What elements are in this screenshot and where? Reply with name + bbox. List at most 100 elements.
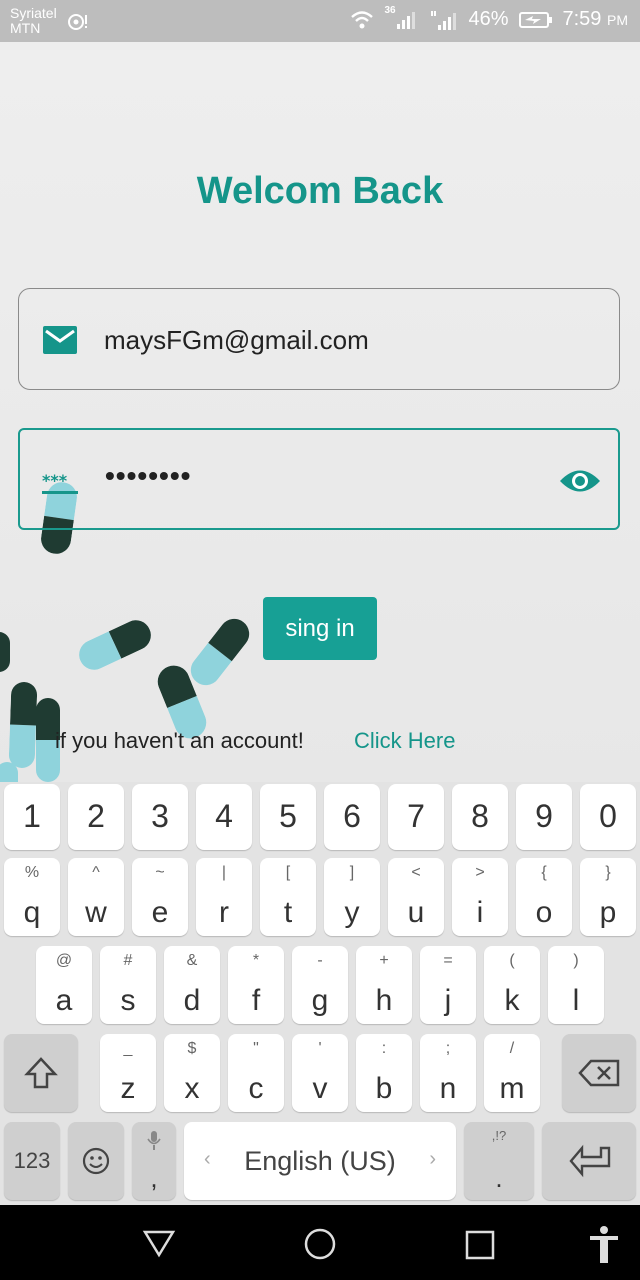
period-hint: ,!? [491,1128,507,1143]
recents-icon[interactable] [465,1230,495,1260]
key-hint: ' [318,1040,322,1057]
key-5[interactable]: 5 [260,784,316,850]
key-l[interactable]: ) l [548,946,604,1024]
key-label: 8 [471,798,489,834]
key-c[interactable]: " c [228,1034,284,1112]
key-hint: | [221,864,227,881]
key-n[interactable]: ; n [420,1034,476,1112]
key-label: t [283,896,293,929]
key-x[interactable]: $ x [164,1034,220,1112]
key-1[interactable]: 1 [4,784,60,850]
key-hint: % [24,864,40,881]
svg-text:***: *** [42,472,68,490]
key-w[interactable]: ^ w [68,858,124,936]
key-hint: ; [445,1040,451,1057]
key-v[interactable]: ' v [292,1034,348,1112]
key-0[interactable]: 0 [580,784,636,850]
space-key[interactable]: ‹ English (US) › [184,1122,456,1200]
key-d[interactable]: & d [164,946,220,1024]
key-g[interactable]: -g [292,946,348,1024]
key-label: f [251,984,261,1017]
key-label: v [312,1072,328,1105]
key-label: n [439,1072,457,1105]
key-label: 7 [407,798,425,834]
key-t[interactable]: [t [260,858,316,936]
key-hint: @ [55,952,73,969]
key-h[interactable]: + h [356,946,412,1024]
key-f[interactable]: * f [228,946,284,1024]
key-u[interactable]: < u [388,858,444,936]
emoji-icon [82,1147,110,1175]
emoji-key[interactable] [68,1122,124,1200]
eye-icon[interactable] [558,466,602,496]
backspace-key[interactable] [562,1034,636,1112]
comma-key[interactable]: , [132,1122,176,1200]
key-6[interactable]: 6 [324,784,380,850]
key-label: l [572,984,580,1017]
key-o[interactable]: {o [516,858,572,936]
key-label: b [375,1072,393,1105]
back-icon[interactable] [142,1228,176,1258]
key-r[interactable]: | r [196,858,252,936]
email-value: maysFGm@gmail.com [104,325,369,355]
clock-time: 7:59 [562,8,602,30]
key-i[interactable]: > i [452,858,508,936]
password-icon: *** [42,472,78,494]
wifi-icon [351,10,374,28]
accessibility-icon[interactable] [588,1225,620,1265]
key-4[interactable]: 4 [196,784,252,850]
key-k[interactable]: (k [484,946,540,1024]
key-s[interactable]: # s [100,946,156,1024]
key-b[interactable]: :b [356,1034,412,1112]
key-a[interactable]: @ a [36,946,92,1024]
key-hint: > [475,864,485,881]
microphone-icon [147,1131,161,1150]
click-here-link[interactable]: Click Here [354,728,455,754]
key-9[interactable]: 9 [516,784,572,850]
key-z[interactable]: _ z [100,1034,156,1112]
key-8[interactable]: 8 [452,784,508,850]
key-hint: ) [573,952,579,969]
key-hint: + [379,952,389,969]
key-hint: [ [285,864,291,881]
key-hint: # [123,952,133,969]
welcome-title: Welcom Back [196,170,444,212]
email-field[interactable]: maysFGm@gmail.com [18,288,620,390]
password-field[interactable]: *** •••••••• [18,428,620,530]
battery-percent: 46% [468,8,509,30]
key-label: h [375,984,393,1017]
key-y[interactable]: ] y [324,858,380,936]
numbers-mode-key[interactable]: 123 [4,1122,60,1200]
period-key[interactable]: ,!? . [464,1122,534,1200]
home-icon[interactable] [302,1226,338,1262]
key-hint: $ [187,1040,197,1057]
clock-ampm: PM [607,12,628,28]
key-3[interactable]: 3 [132,784,188,850]
status-bar: Syriatel MTN 36 46% 7:59 PM [0,0,640,42]
key-label: s [120,984,136,1017]
numbers-mode-label: 123 [13,1148,51,1173]
carrier-name-2: MTN [10,20,41,36]
key-j[interactable]: = j [420,946,476,1024]
key-label: y [344,896,360,929]
key-7[interactable]: 7 [388,784,444,850]
key-p[interactable]: } p [580,858,636,936]
key-hint: ^ [92,864,100,881]
key-hint: / [509,1040,515,1057]
key-e[interactable]: ~ e [132,858,188,936]
enter-key[interactable] [542,1122,636,1200]
key-label: 3 [151,798,169,834]
key-label: w [85,896,107,929]
key-2[interactable]: 2 [68,784,124,850]
key-q[interactable]: % q [4,858,60,936]
key-label: 1 [23,798,41,834]
key-m[interactable]: / m [484,1034,540,1112]
key-label: r [219,896,229,929]
key-hint: ( [509,952,515,969]
key-hint: = [443,952,453,969]
shift-key[interactable] [4,1034,78,1112]
sign-in-button[interactable]: sing in [263,597,377,660]
chevron-right-icon: › [429,1148,436,1170]
pill-decoration [74,615,156,675]
key-hint: _ [123,1040,133,1057]
